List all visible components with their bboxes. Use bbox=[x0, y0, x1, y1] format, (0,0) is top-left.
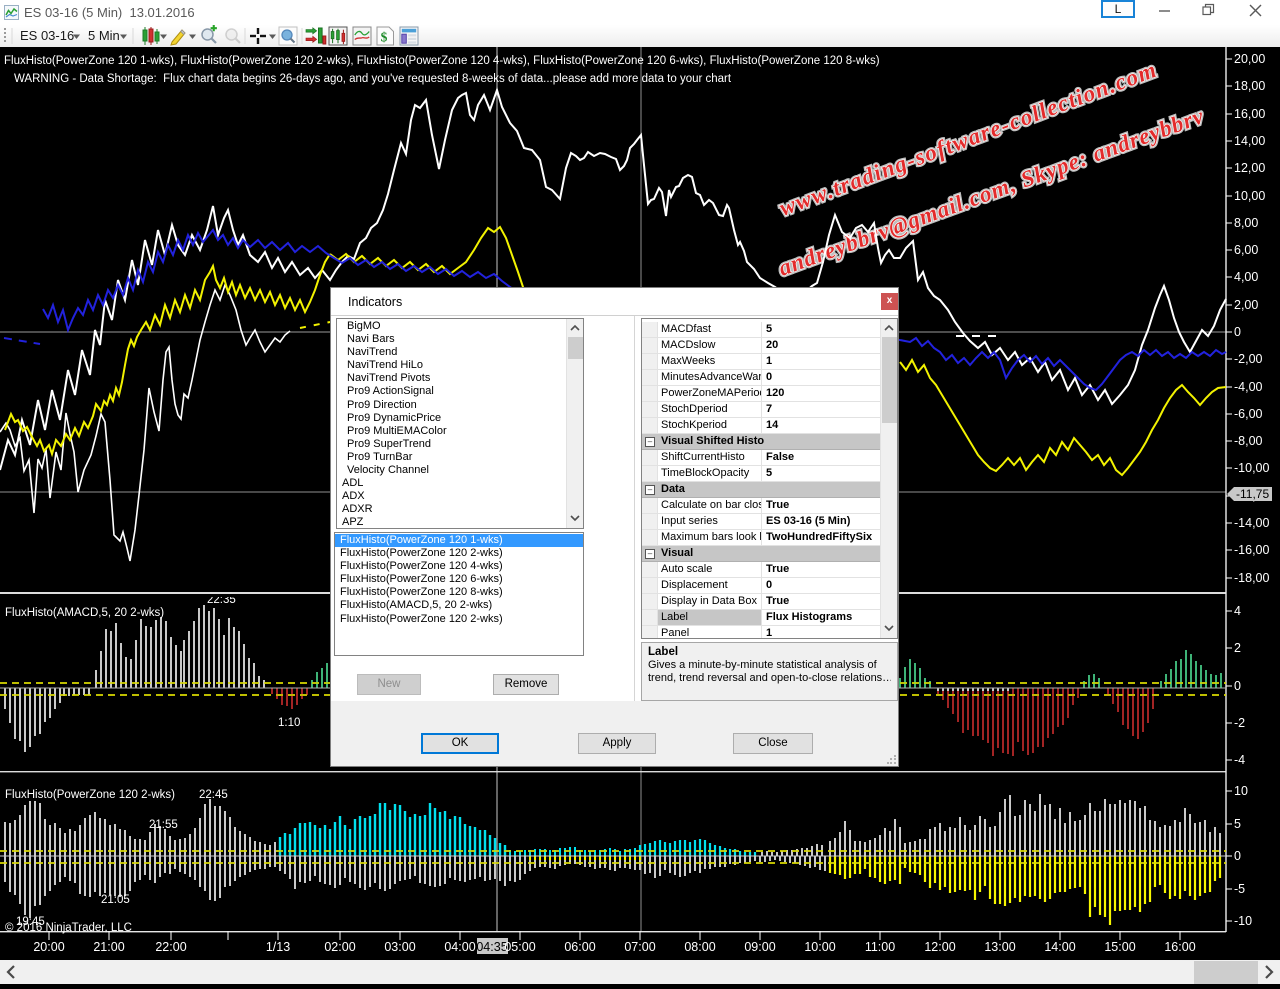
svg-text:18,00: 18,00 bbox=[1234, 79, 1265, 93]
svg-text:04:35: 04:35 bbox=[476, 940, 507, 954]
svg-text:16:00: 16:00 bbox=[1164, 940, 1195, 954]
svg-text:6,00: 6,00 bbox=[1234, 243, 1258, 257]
svg-text:0: 0 bbox=[1234, 325, 1241, 339]
svg-text:14:00: 14:00 bbox=[1044, 940, 1075, 954]
svg-text:8,00: 8,00 bbox=[1234, 216, 1258, 230]
svg-text:21:55: 21:55 bbox=[149, 819, 178, 831]
svg-text:10,00: 10,00 bbox=[1234, 189, 1265, 203]
svg-text:4,00: 4,00 bbox=[1234, 270, 1258, 284]
svg-text:09:00: 09:00 bbox=[744, 940, 775, 954]
svg-text:-10: -10 bbox=[1234, 914, 1252, 928]
svg-text:14,00: 14,00 bbox=[1234, 134, 1265, 148]
svg-text:-10,00: -10,00 bbox=[1234, 461, 1269, 475]
svg-text:0: 0 bbox=[1234, 679, 1241, 693]
svg-text:5: 5 bbox=[1234, 817, 1241, 831]
svg-text:1/13: 1/13 bbox=[266, 940, 290, 954]
svg-text:© 2016 NinjaTrader, LLC: © 2016 NinjaTrader, LLC bbox=[5, 922, 132, 934]
svg-text:22:00: 22:00 bbox=[155, 940, 186, 954]
svg-text:-16,00: -16,00 bbox=[1234, 543, 1269, 557]
svg-text:08:00: 08:00 bbox=[684, 940, 715, 954]
svg-text:WARNING - Data Shortage: Flux: WARNING - Data Shortage: Flux chart data… bbox=[14, 73, 732, 85]
svg-text:07:00: 07:00 bbox=[624, 940, 655, 954]
svg-text:04:00: 04:00 bbox=[444, 940, 475, 954]
svg-text:FluxHisto(PowerZone 120 1-wks): FluxHisto(PowerZone 120 1-wks), FluxHist… bbox=[4, 55, 880, 67]
svg-text:-4: -4 bbox=[1234, 753, 1245, 767]
svg-text:ES 03-16: ES 03-16 bbox=[20, 28, 74, 43]
svg-text:10:00: 10:00 bbox=[804, 940, 835, 954]
svg-text:20,00: 20,00 bbox=[1234, 52, 1265, 66]
svg-text:-4,00: -4,00 bbox=[1234, 380, 1263, 394]
svg-text:FluxHisto(AMACD,5, 20 2-wks): FluxHisto(AMACD,5, 20 2-wks) bbox=[5, 607, 164, 619]
svg-text:2: 2 bbox=[1234, 641, 1241, 655]
svg-text:03:00: 03:00 bbox=[384, 940, 415, 954]
svg-text:-8,00: -8,00 bbox=[1234, 434, 1263, 448]
svg-text:13:00: 13:00 bbox=[984, 940, 1015, 954]
svg-text:22:45: 22:45 bbox=[199, 789, 228, 801]
svg-text:$: $ bbox=[381, 30, 388, 45]
svg-text:2,00: 2,00 bbox=[1234, 298, 1258, 312]
svg-text:06:00: 06:00 bbox=[564, 940, 595, 954]
svg-text:11:00: 11:00 bbox=[865, 940, 895, 954]
svg-text:-14,00: -14,00 bbox=[1234, 516, 1269, 530]
svg-text:20:00: 20:00 bbox=[33, 940, 64, 954]
svg-text:15:00: 15:00 bbox=[1104, 940, 1135, 954]
svg-text:-18,00: -18,00 bbox=[1234, 571, 1269, 585]
svg-text:-11,75: -11,75 bbox=[1236, 487, 1269, 501]
svg-text:-5: -5 bbox=[1234, 882, 1245, 896]
svg-text:4: 4 bbox=[1234, 604, 1241, 618]
svg-text:02:00: 02:00 bbox=[324, 940, 355, 954]
svg-text:1:10: 1:10 bbox=[278, 717, 300, 729]
svg-text:16,00: 16,00 bbox=[1234, 107, 1265, 121]
svg-text:10: 10 bbox=[1234, 784, 1248, 798]
svg-text:0: 0 bbox=[1234, 849, 1241, 863]
svg-text:12,00: 12,00 bbox=[1234, 161, 1265, 175]
svg-text:-6,00: -6,00 bbox=[1234, 407, 1263, 421]
svg-text:5 Min: 5 Min bbox=[88, 28, 120, 43]
svg-text:21:00: 21:00 bbox=[93, 940, 124, 954]
svg-text:12:00: 12:00 bbox=[924, 940, 955, 954]
svg-text:FluxHisto(PowerZone 120 2-wks): FluxHisto(PowerZone 120 2-wks) bbox=[5, 789, 175, 801]
svg-text:21:05: 21:05 bbox=[101, 894, 130, 906]
svg-text:05:00: 05:00 bbox=[504, 940, 535, 954]
svg-text:-2: -2 bbox=[1234, 716, 1245, 730]
svg-text:-2,00: -2,00 bbox=[1234, 352, 1263, 366]
